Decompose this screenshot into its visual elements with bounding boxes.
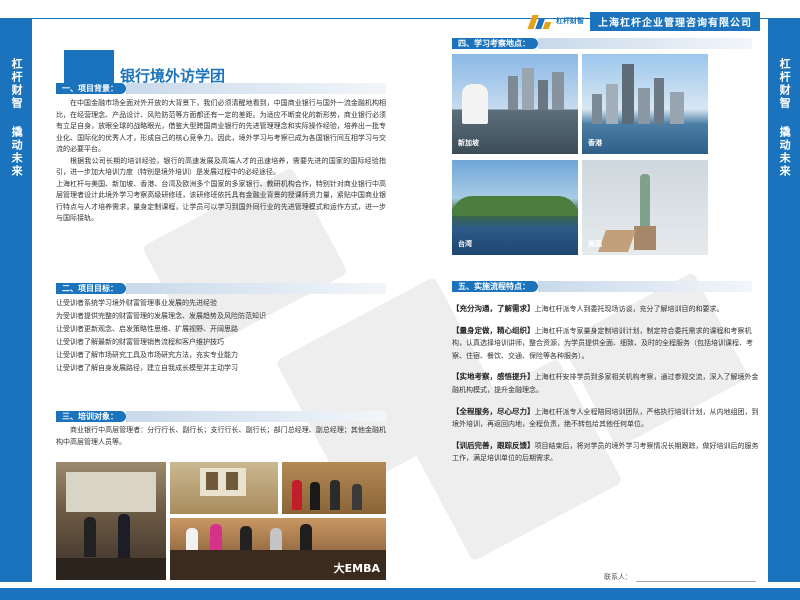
section-heading-goals: 二、项目目标： bbox=[56, 283, 386, 294]
sidebar-slogan-1: 杠杆财智 bbox=[10, 58, 24, 110]
background-text: 在中国金融市场全面对外开放的大背景下，我们必须清醒地看到，中国商业银行与国外一流… bbox=[56, 98, 386, 225]
brochure-page: 杠杆财智 撬动未来 杠杆财智 撬动未来 杠杆财智 上海杠杆企业管理咨询有限公司 … bbox=[0, 0, 800, 600]
training-photo-2 bbox=[170, 462, 278, 514]
process-item: 【实地考察，感悟提升】上海杠杆安排学员到多家相关机构考察，通过参观交流，深入了解… bbox=[452, 370, 762, 396]
paragraph: 在中国金融市场全面对外开放的大背景下，我们必须清醒地看到，中国商业银行与国外一流… bbox=[56, 99, 386, 154]
location-caption: 新加坡 bbox=[458, 139, 479, 147]
sidebar-slogan-1: 杠杆财智 bbox=[778, 58, 792, 110]
sidebar-slogan-2: 撬动未来 bbox=[778, 126, 792, 178]
process-item: 【量身定做，精心组织】上海杠杆派专家量身定制培训计划，制定符合委托需求的课程和考… bbox=[452, 324, 762, 363]
paragraph: 上海杠杆与美国、新加坡、香港、台湾及欧洲多个国家的多家银行、教研机构合作，特别针… bbox=[56, 179, 386, 223]
location-caption: 台湾 bbox=[458, 240, 472, 248]
logo-mark-icon bbox=[527, 14, 552, 29]
section-heading-audience: 三、培训对象： bbox=[56, 411, 386, 422]
goals-list: 让受训者系统学习境外财富管理事业发展的先进经验 为受训者提供完整的财富管理的发展… bbox=[56, 297, 386, 375]
location-caption: 美国 bbox=[588, 240, 602, 248]
process-item: 【充分沟通，了解需求】上海杠杆派专人到委托现场访谈，充分了解培训目的和要求。 bbox=[452, 302, 762, 316]
section-heading-process: 五、实施流程特点： bbox=[452, 281, 752, 292]
process-item: 【全程服务，尽心尽力】上海杠杆派专人全程陪同培训团队，严格执行培训计划，从内地组… bbox=[452, 405, 762, 431]
process-item: 【训后完善，跟踪反馈】项目结束后，将对学员的境外学习考察情况长期跟踪，做好培训后… bbox=[452, 439, 762, 465]
paragraph: 根据我公司长期的培训经验，银行的高速发展及高端人才的迅速培养，需要先进的国家的国… bbox=[56, 156, 386, 177]
title-accent-bar bbox=[64, 50, 114, 86]
contact-blank-line bbox=[636, 574, 756, 582]
process-item-title: 【全程服务，尽心尽力】 bbox=[452, 406, 535, 416]
process-item-text: 上海杠杆派专人到委托现场访谈，充分了解培训目的和要求。 bbox=[534, 305, 724, 313]
training-photo-1 bbox=[56, 462, 166, 580]
list-item: 让受训者了解最新的财富管理销售流程和客户维护技巧 bbox=[56, 338, 224, 346]
bottom-bar bbox=[0, 588, 800, 600]
logo-brand-text: 杠杆财智 bbox=[556, 16, 584, 25]
company-logo: 杠杆财智 上海杠杆企业管理咨询有限公司 bbox=[527, 12, 760, 31]
location-caption: 香港 bbox=[588, 139, 602, 147]
section-heading-locations: 四、学习考察地点： bbox=[452, 38, 752, 49]
process-item-title: 【充分沟通，了解需求】 bbox=[452, 304, 535, 313]
photo-taiwan: 台湾 bbox=[452, 160, 578, 255]
list-item: 让受训者更新观念、启发策略性思维、扩展视野、开阔思路 bbox=[56, 325, 238, 333]
contact-field: 联系人： bbox=[604, 572, 756, 582]
left-sidebar: 杠杆财智 撬动未来 bbox=[0, 18, 32, 582]
training-photo-3 bbox=[282, 462, 386, 514]
company-name: 上海杠杆企业管理咨询有限公司 bbox=[590, 12, 760, 31]
list-item: 让受训者系统学习境外财富管理事业发展的先进经验 bbox=[56, 299, 217, 307]
contact-label: 联系人： bbox=[604, 573, 632, 581]
photo-usa: 美国 bbox=[582, 160, 708, 255]
section-heading-background: 一、项目背景： bbox=[56, 83, 386, 94]
audience-text: 商业银行中高层管理者：分行行长、副行长；支行行长、副行长；部门总经理、副总经理；… bbox=[56, 426, 386, 446]
process-item-title: 【实地考察，感悟提升】 bbox=[452, 372, 535, 382]
list-item: 为受训者提供完整的财富管理的发展理念、发展趋势及风险防范知识 bbox=[56, 312, 266, 320]
list-item: 让受训者了解自身发展路径，建立自我成长模型并主动学习 bbox=[56, 364, 238, 372]
title-block: 银行境外访学团 bbox=[64, 50, 225, 86]
training-photo-4: 大EMBA bbox=[170, 518, 386, 580]
photo-watermark-text: 大EMBA bbox=[333, 562, 380, 575]
photo-hongkong: 香港 bbox=[582, 54, 708, 154]
list-item: 让受训者了解市场研究工具及市场研究方法，充实专业能力 bbox=[56, 351, 238, 359]
process-item-title: 【量身定做，精心组织】 bbox=[452, 325, 535, 335]
photo-singapore: 新加坡 bbox=[452, 54, 578, 154]
process-item-title: 【训后完善，跟踪反馈】 bbox=[452, 440, 535, 450]
right-sidebar: 杠杆财智 撬动未来 bbox=[768, 18, 800, 582]
process-list: 【充分沟通，了解需求】上海杠杆派专人到委托现场访谈，充分了解培训目的和要求。 【… bbox=[452, 302, 762, 473]
sidebar-slogan-2: 撬动未来 bbox=[10, 126, 24, 178]
